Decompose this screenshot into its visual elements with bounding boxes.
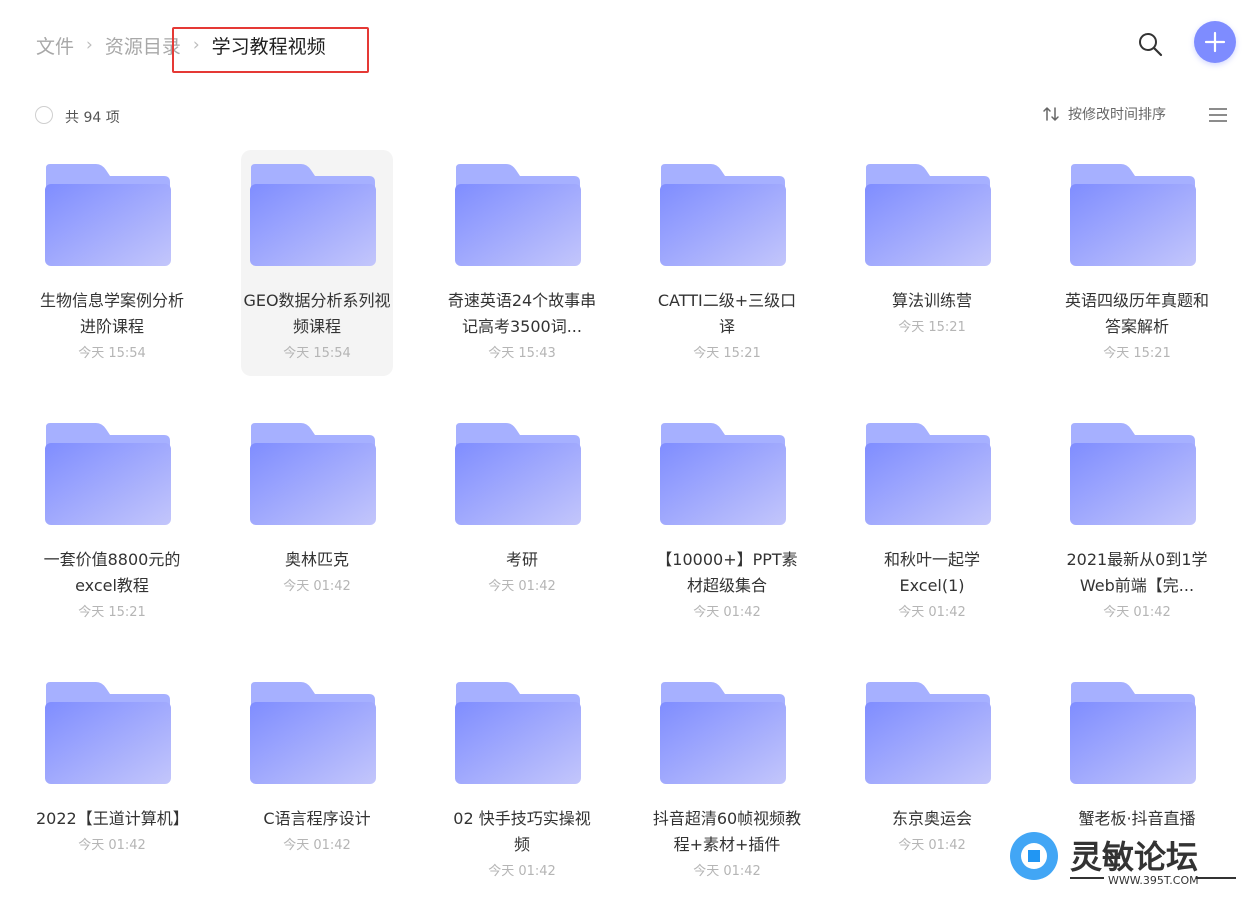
folder-item[interactable]: C语言程序设计今天 01:42 xyxy=(241,668,393,894)
folder-name: 抖音超清60帧视频教程+素材+插件 xyxy=(652,809,802,854)
folder-name: 东京奥运会 xyxy=(891,809,972,828)
folder-item[interactable]: 抖音超清60帧视频教程+素材+插件今天 01:42 xyxy=(651,668,803,894)
folder-icon xyxy=(865,423,991,525)
folder-date: 今天 15:21 xyxy=(78,605,146,620)
folder-date: 今天 15:21 xyxy=(898,320,966,335)
folder-name: CATTI二级+三级口译 xyxy=(657,291,797,336)
folder-icon xyxy=(250,682,376,784)
folder-icon xyxy=(250,164,376,266)
folder-date: 今天 01:42 xyxy=(488,579,556,594)
folder-icon xyxy=(455,423,581,525)
folder-date: 今天 15:54 xyxy=(283,346,351,361)
folder-icon xyxy=(865,682,991,784)
folder-icon xyxy=(45,423,171,525)
folder-icon xyxy=(250,423,376,525)
folder-item[interactable]: 英语四级历年真题和答案解析今天 15:21 xyxy=(1061,150,1213,376)
folder-name: 02 快手技巧实操视频 xyxy=(453,809,591,854)
folder-icon xyxy=(455,164,581,266)
folder-item[interactable]: 【10000+】PPT素材超级集合今天 01:42 xyxy=(651,409,803,635)
folder-item[interactable]: 和秋叶一起学Excel(1) 今天 01:42 xyxy=(856,409,1008,635)
folder-name: 【10000+】PPT素材超级集合 xyxy=(656,550,798,595)
folder-date: 今天 01:42 xyxy=(78,838,146,853)
folder-name: 奇速英语24个故事串记高考3500词... xyxy=(447,291,597,336)
folder-icon xyxy=(1070,423,1196,525)
folder-icon xyxy=(45,682,171,784)
folder-name: GEO数据分析系列视频课程 xyxy=(243,291,391,336)
folder-item[interactable]: 一套价值8800元的excel教程今天 15:21 xyxy=(36,409,188,635)
folder-item[interactable]: CATTI二级+三级口译今天 15:21 xyxy=(651,150,803,376)
folder-date: 今天 01:42 xyxy=(283,579,351,594)
folder-date: 今天 15:43 xyxy=(488,346,556,361)
folder-name: 和秋叶一起学Excel(1) xyxy=(883,550,980,595)
folder-icon xyxy=(1070,164,1196,266)
folder-item[interactable]: 02 快手技巧实操视频今天 01:42 xyxy=(446,668,598,894)
folder-date: 今天 01:42 xyxy=(693,605,761,620)
folder-name: 2022【王道计算机】 xyxy=(36,809,188,828)
folder-item[interactable]: GEO数据分析系列视频课程今天 15:54 xyxy=(241,150,393,376)
folder-item[interactable]: 东京奥运会今天 01:42 xyxy=(856,668,1008,894)
folder-icon xyxy=(660,423,786,525)
folder-icon xyxy=(660,164,786,266)
folder-date: 今天 01:42 xyxy=(488,864,556,879)
folder-date: 今天 01:42 xyxy=(693,864,761,879)
folder-name: 生物信息学案例分析进阶课程 xyxy=(39,291,184,336)
folder-date: 今天 15:21 xyxy=(693,346,761,361)
folder-name: 考研 xyxy=(505,550,538,569)
folder-date: 今天 15:54 xyxy=(78,346,146,361)
folder-name: 蟹老板·抖音直播 xyxy=(1078,809,1196,828)
folder-icon xyxy=(455,682,581,784)
folder-item[interactable]: 算法训练营今天 15:21 xyxy=(856,150,1008,376)
folder-name: 算法训练营 xyxy=(891,291,972,310)
folder-item[interactable]: 2022【王道计算机】今天 01:42 xyxy=(36,668,188,894)
folder-item[interactable]: 奇速英语24个故事串记高考3500词... 今天 15:43 xyxy=(446,150,598,376)
folder-icon xyxy=(1070,682,1196,784)
folder-name: C语言程序设计 xyxy=(263,809,371,828)
folder-date: 今天 01:42 xyxy=(283,838,351,853)
folder-item[interactable]: 生物信息学案例分析进阶课程今天 15:54 xyxy=(36,150,188,376)
folder-item[interactable]: 2021最新从0到1学Web前端【完... 今天 01:42 xyxy=(1061,409,1213,635)
folder-item[interactable]: 奥林匹克今天 01:42 xyxy=(241,409,393,635)
folder-icon xyxy=(660,682,786,784)
folder-date: 今天 01:42 xyxy=(898,838,966,853)
folder-item[interactable]: 考研今天 01:42 xyxy=(446,409,598,635)
folder-icon xyxy=(865,164,991,266)
folder-item[interactable]: 蟹老板·抖音直播 xyxy=(1061,668,1213,894)
folder-name: 奥林匹克 xyxy=(284,550,349,569)
folder-name: 英语四级历年真题和答案解析 xyxy=(1064,291,1209,336)
folder-name: 一套价值8800元的excel教程 xyxy=(43,550,181,595)
folder-name: 2021最新从0到1学Web前端【完... xyxy=(1066,550,1208,595)
folder-date: 今天 15:21 xyxy=(1103,346,1171,361)
folder-icon xyxy=(45,164,171,266)
folder-date: 今天 01:42 xyxy=(898,605,966,620)
folder-date: 今天 01:42 xyxy=(1103,605,1171,620)
folder-grid: 生物信息学案例分析进阶课程 今天 15:54 GEO数据分析系列视频课程 今天 15:… xyxy=(0,0,1243,898)
